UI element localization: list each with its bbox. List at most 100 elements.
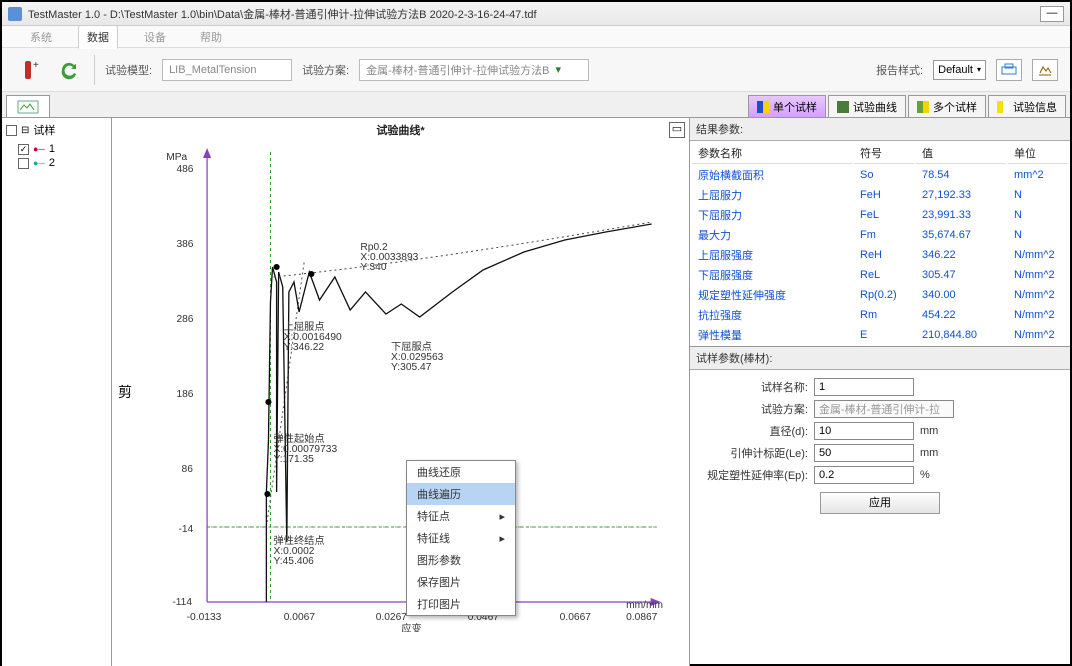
- spec-d-unit: mm: [920, 425, 938, 437]
- svg-text:0.0267: 0.0267: [376, 612, 408, 623]
- tree-root-label: 试样: [33, 122, 55, 138]
- svg-text:Y:171.35: Y:171.35: [274, 454, 315, 465]
- menu-data[interactable]: 数据: [78, 25, 118, 49]
- specimen-params-header: 试样参数(棒材):: [690, 347, 1070, 370]
- table-row: 上屈服强度ReH346.22N/mm^2: [692, 246, 1068, 264]
- print-preview-button[interactable]: [996, 59, 1022, 81]
- spec-d-label: 直径(d):: [698, 423, 808, 439]
- apply-button[interactable]: 应用: [820, 492, 940, 514]
- tab-test-curve[interactable]: 试验曲线: [828, 95, 906, 117]
- table-row: 原始横截面积So78.54mm^2: [692, 166, 1068, 184]
- specimen-1-label[interactable]: 1: [49, 143, 55, 155]
- table-row: 抗拉强度Rm454.22N/mm^2: [692, 306, 1068, 324]
- report-label: 报告样式:: [876, 62, 923, 78]
- table-row: 最大力Fm35,674.67N: [692, 226, 1068, 244]
- svg-text:-14: -14: [178, 524, 193, 535]
- spec-ep-label: 规定塑性延伸率(Ep):: [698, 467, 808, 483]
- model-label: 试验模型:: [105, 62, 152, 78]
- refresh-button[interactable]: [54, 55, 84, 85]
- svg-text:+: +: [33, 60, 39, 71]
- separator: [94, 55, 95, 85]
- toolbar: + 试验模型: LIB_MetalTension 试验方案: 金属-棒材-普通引…: [2, 48, 1070, 92]
- col-value: 值: [916, 143, 1006, 164]
- tab-icon: [997, 101, 1009, 113]
- menu-system[interactable]: 系统: [22, 26, 60, 48]
- svg-text:0.0867: 0.0867: [626, 612, 658, 623]
- table-row: 下屈服力FeL23,991.33N: [692, 206, 1068, 224]
- ctx-save-image[interactable]: 保存图片: [407, 571, 515, 593]
- chart-panel: 试验曲线* ▭ 剪 MPa 486 386 286: [112, 118, 690, 666]
- results-panel: 结果参数: 参数名称 符号 值 单位 原始横截面积So78.54mm^2 上屈服…: [690, 118, 1070, 346]
- menu-tabs: 系统 数据 设备 帮助: [2, 26, 1070, 48]
- spec-ep-input[interactable]: [814, 466, 914, 484]
- svg-text:Y:346.22: Y:346.22: [284, 342, 325, 353]
- svg-text:MPa: MPa: [166, 152, 187, 163]
- col-unit: 单位: [1008, 143, 1068, 164]
- tab-multi-specimen[interactable]: 多个试样: [908, 95, 986, 117]
- spec-le-unit: mm: [920, 447, 938, 459]
- svg-text:0.0067: 0.0067: [284, 612, 316, 623]
- specimen-1-check[interactable]: [18, 144, 29, 155]
- chart-area[interactable]: MPa 486 386 286 186 86 -14 -114 -0.0133 …: [156, 142, 667, 632]
- table-row: 下屈服强度ReL305.47N/mm^2: [692, 266, 1068, 284]
- spec-name-input[interactable]: [814, 378, 914, 396]
- tab-icon: [837, 101, 849, 113]
- svg-text:186: 186: [176, 389, 193, 400]
- spec-plan-input: [814, 400, 954, 418]
- results-table: 参数名称 符号 值 单位 原始横截面积So78.54mm^2 上屈服力FeH27…: [690, 141, 1070, 346]
- svg-text:Y:340: Y:340: [360, 262, 387, 273]
- table-row: 上屈服力FeH27,192.33N: [692, 186, 1068, 204]
- plan-value: 金属-棒材-普通引伸计-拉伸试验方法B▾: [359, 59, 589, 81]
- left-mode-tab[interactable]: [6, 95, 50, 117]
- chart-context-menu: 曲线还原 曲线遍历 特征点▸ 特征线▸ 图形参数 保存图片 打印图片: [406, 460, 516, 616]
- svg-text:-114: -114: [172, 597, 192, 608]
- col-symbol: 符号: [854, 143, 914, 164]
- specimen-2-check[interactable]: [18, 158, 29, 169]
- ctx-curve-traverse[interactable]: 曲线遍历: [407, 483, 515, 505]
- spec-ep-unit: %: [920, 469, 930, 481]
- svg-text:86: 86: [182, 464, 194, 475]
- chart-title: 试验曲线*: [116, 122, 685, 138]
- tab-icon: [757, 101, 769, 113]
- col-name: 参数名称: [692, 143, 852, 164]
- table-row: 规定塑性延伸强度Rp(0.2)340.00N/mm^2: [692, 286, 1068, 304]
- svg-text:应变: 应变: [401, 622, 421, 632]
- svg-text:mm/mm: mm/mm: [626, 600, 663, 611]
- tab-icon: [917, 101, 929, 113]
- export-button[interactable]: [1032, 59, 1058, 81]
- ctx-print-image[interactable]: 打印图片: [407, 593, 515, 615]
- tree-root-check[interactable]: [6, 125, 17, 136]
- report-style-dropdown[interactable]: Default▾: [933, 60, 986, 80]
- chart-maximize-button[interactable]: ▭: [669, 122, 685, 138]
- titlebar: TestMaster 1.0 - D:\TestMaster 1.0\bin\D…: [2, 2, 1070, 26]
- spec-d-input[interactable]: [814, 422, 914, 440]
- specimen-tree: ⊟试样 ●─1 ●─2: [2, 118, 112, 666]
- add-specimen-button[interactable]: +: [14, 55, 44, 85]
- tab-test-info[interactable]: 试验信息: [988, 95, 1066, 117]
- svg-text:486: 486: [176, 164, 193, 175]
- svg-text:Y:305.47: Y:305.47: [391, 362, 432, 373]
- svg-text:弹性起始点: 弹性起始点: [274, 432, 325, 445]
- right-panel: 结果参数: 参数名称 符号 值 单位 原始横截面积So78.54mm^2 上屈服…: [690, 118, 1070, 666]
- ctx-feature-points[interactable]: 特征点▸: [407, 505, 515, 527]
- svg-text:386: 386: [176, 239, 193, 250]
- ctx-graph-params[interactable]: 图形参数: [407, 549, 515, 571]
- chart-y-label: 剪: [118, 382, 132, 402]
- results-header: 结果参数:: [690, 118, 1070, 141]
- tabbar: 单个试样 试验曲线 多个试样 试验信息: [2, 92, 1070, 118]
- tab-single-specimen[interactable]: 单个试样: [748, 95, 826, 117]
- specimen-2-label[interactable]: 2: [49, 157, 55, 169]
- spec-le-label: 引伸计标距(Le):: [698, 445, 808, 461]
- table-row: 弹性模量E210,844.80N/mm^2: [692, 326, 1068, 344]
- menu-help[interactable]: 帮助: [192, 26, 230, 48]
- svg-text:弹性终结点: 弹性终结点: [274, 534, 325, 547]
- spec-le-input[interactable]: [814, 444, 914, 462]
- spec-plan-label: 试验方案:: [698, 401, 808, 417]
- ctx-feature-lines[interactable]: 特征线▸: [407, 527, 515, 549]
- menu-device[interactable]: 设备: [136, 26, 174, 48]
- plan-label: 试验方案:: [302, 62, 349, 78]
- specimen-params-panel: 试样参数(棒材): 试样名称: 试验方案: 直径(d): mm 引伸计标距(Le)…: [690, 346, 1070, 666]
- minimize-button[interactable]: —: [1040, 6, 1064, 22]
- ctx-curve-restore[interactable]: 曲线还原: [407, 461, 515, 483]
- spec-name-label: 试样名称:: [698, 379, 808, 395]
